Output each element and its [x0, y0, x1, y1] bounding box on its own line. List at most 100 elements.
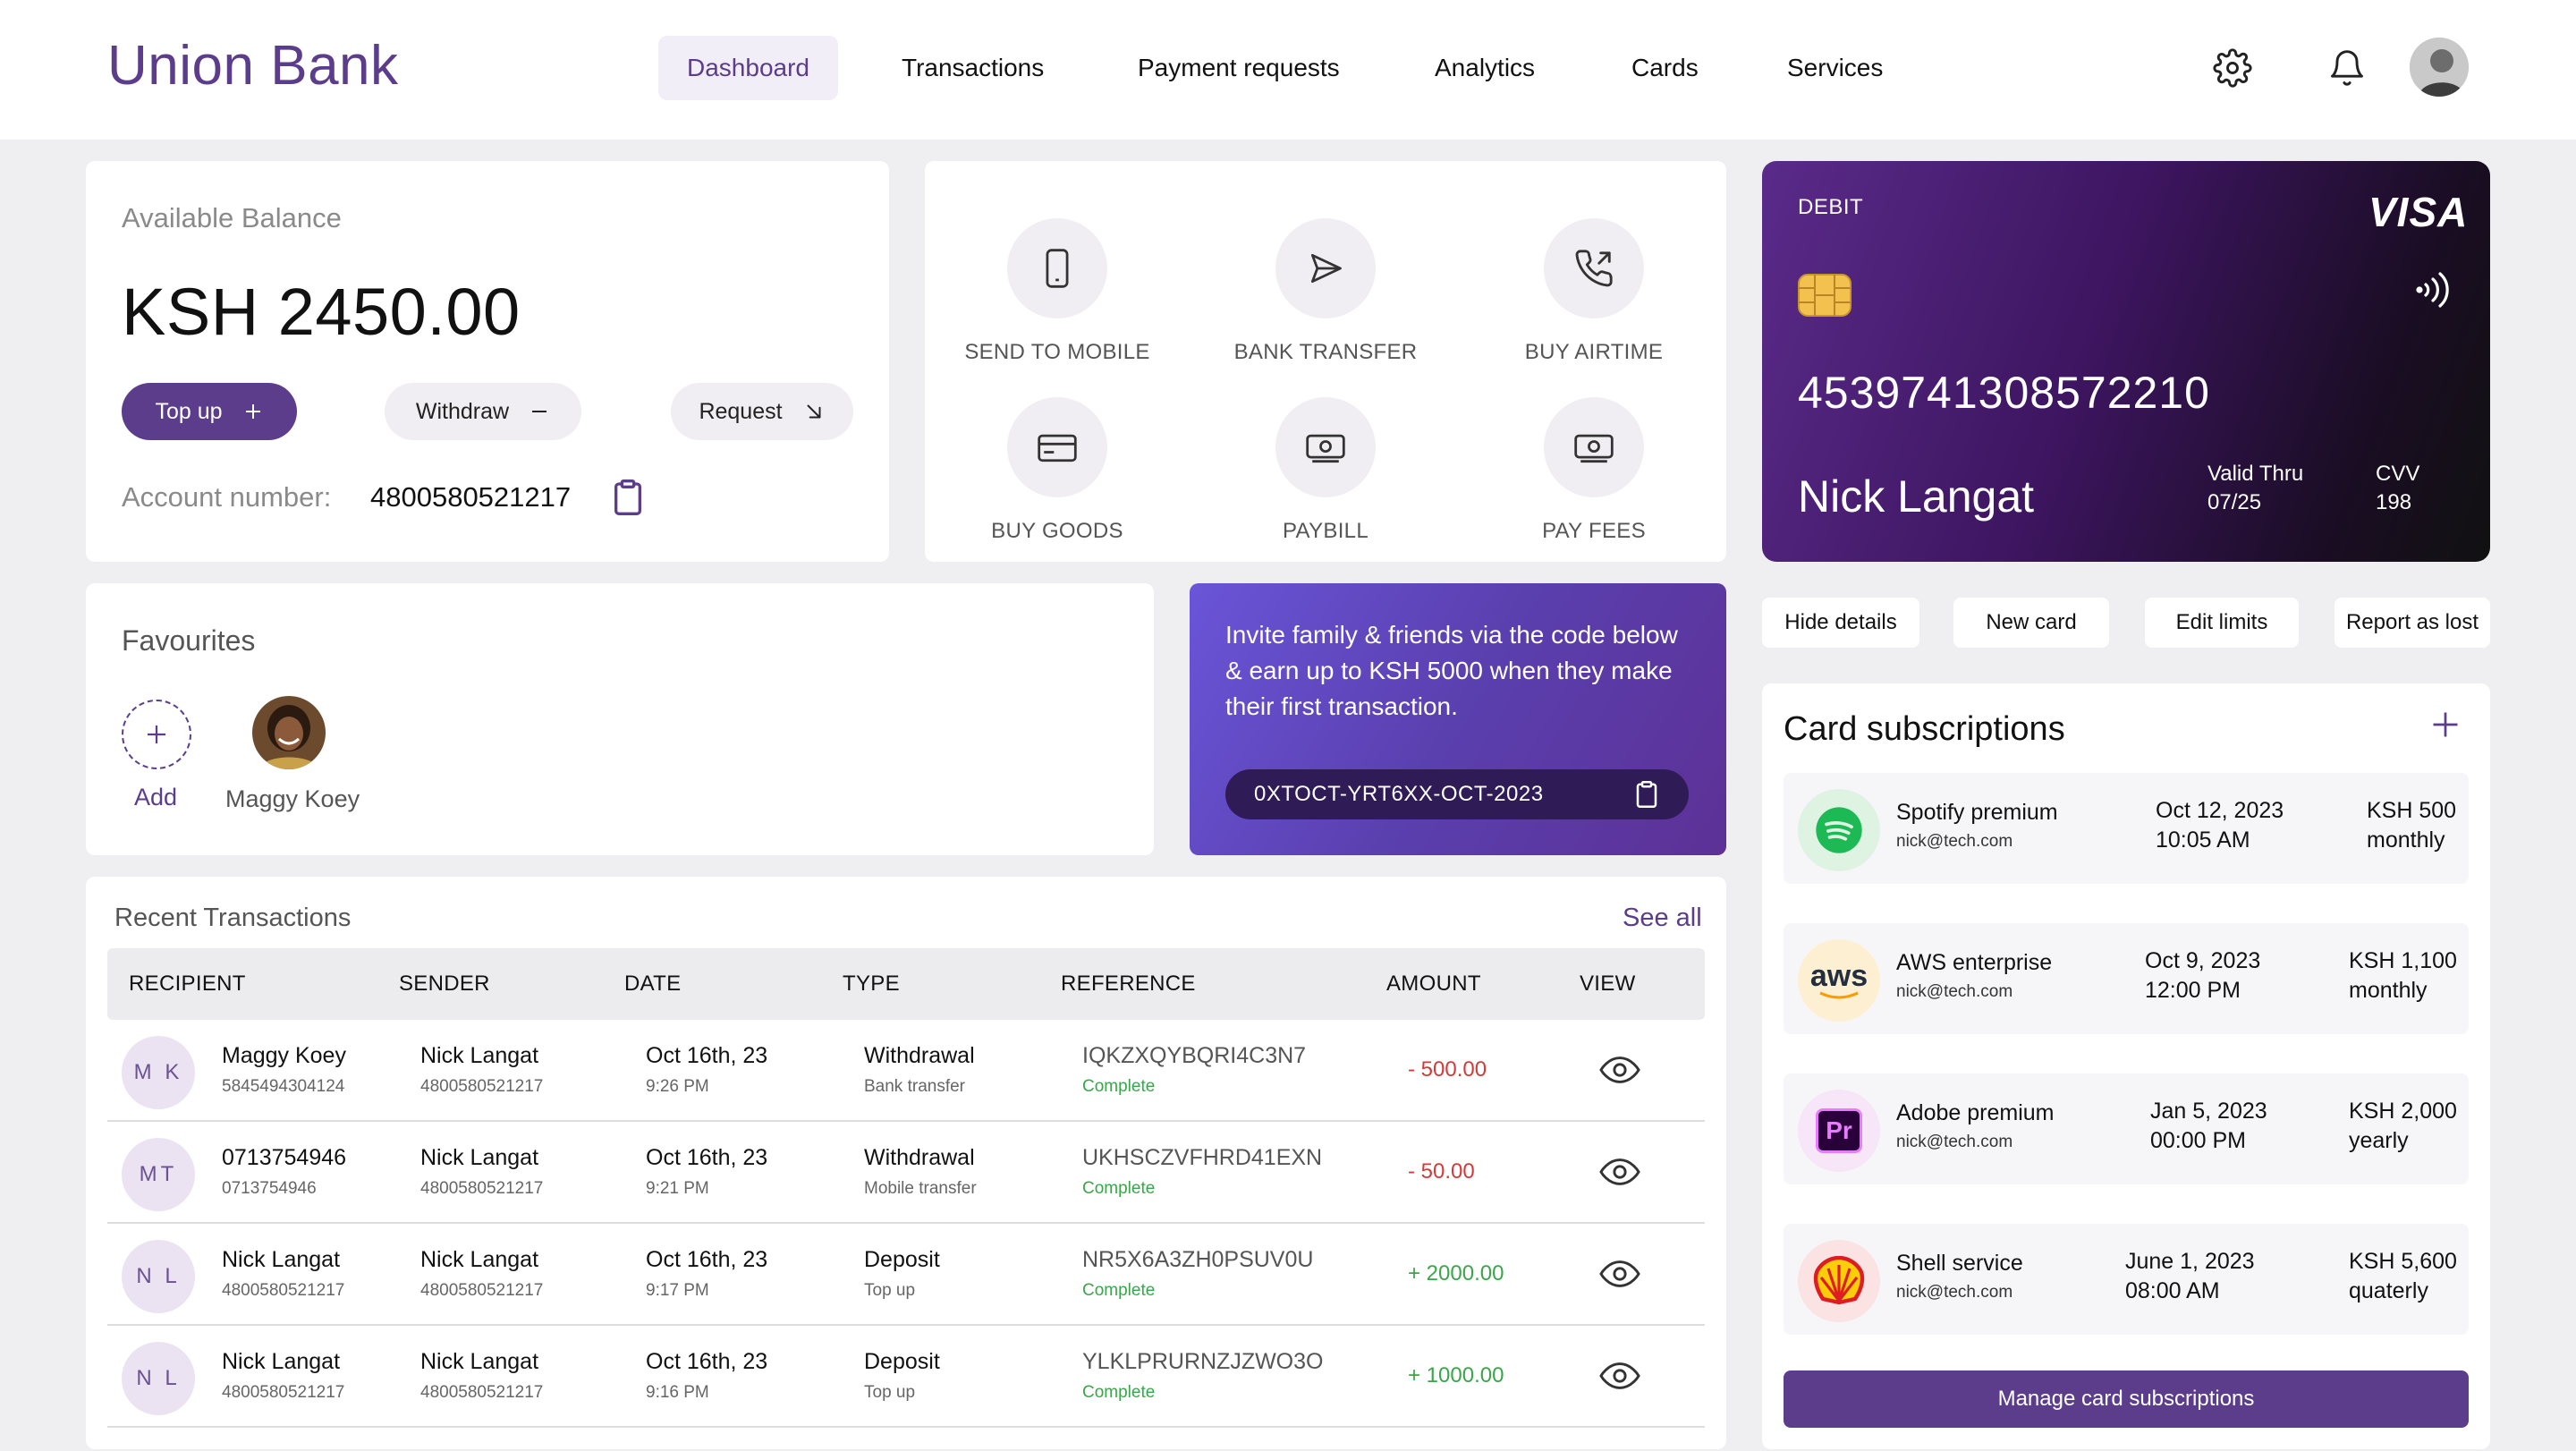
sender-name: Nick Langat: [420, 1349, 539, 1374]
transaction-type: Withdrawal: [864, 1043, 975, 1068]
sender-account: 4800580521217: [420, 1179, 544, 1198]
cvv-value: 198: [2376, 490, 2412, 514]
column-header[interactable]: SENDER: [399, 948, 490, 1020]
settings-button[interactable]: [2202, 38, 2263, 98]
card-holder-name: Nick Langat: [1798, 471, 2035, 522]
add-favourite-button[interactable]: [122, 700, 191, 769]
withdraw-button[interactable]: Withdraw: [385, 383, 581, 440]
send-to-mobile-action[interactable]: SEND TO MOBILE: [941, 218, 1174, 365]
card-type-label: DEBIT: [1798, 195, 1864, 219]
transaction-time: 9:26 PM: [646, 1077, 709, 1096]
column-header[interactable]: TYPE: [843, 948, 900, 1020]
recipient-account: 0713754946: [222, 1179, 317, 1198]
sender-name: Nick Langat: [420, 1145, 539, 1170]
eye-icon: [1599, 1362, 1640, 1389]
view-transaction-button[interactable]: [1599, 1360, 1640, 1392]
balance-card: Available Balance KSH 2450.00 Top up Wit…: [86, 161, 889, 562]
pay-fees-action[interactable]: PAY FEES: [1478, 397, 1710, 544]
table-row[interactable]: M K Maggy Koey 5845494304124 Nick Langat…: [107, 1020, 1705, 1122]
column-header[interactable]: REFERENCE: [1061, 948, 1196, 1020]
column-header[interactable]: DATE: [624, 948, 681, 1020]
view-transaction-button[interactable]: [1599, 1054, 1640, 1086]
transaction-reference: UKHSCZVFHRD41EXN: [1082, 1145, 1323, 1170]
balance-label: Available Balance: [122, 202, 342, 233]
recipient-account: 4800580521217: [222, 1383, 345, 1402]
column-header[interactable]: AMOUNT: [1386, 948, 1481, 1020]
recipient-avatar: N L: [122, 1240, 195, 1313]
invite-code-field[interactable]: 0XTOCT-YRT6XX-OCT-2023: [1225, 769, 1689, 819]
transaction-status: Complete: [1082, 1383, 1156, 1402]
bank-transfer-action[interactable]: BANK TRANSFER: [1209, 218, 1442, 365]
transaction-amount: + 1000.00: [1408, 1363, 1504, 1387]
copy-account-button[interactable]: [610, 478, 646, 517]
sender-account: 4800580521217: [420, 1281, 544, 1300]
subscription-name: AWS enterprise: [1896, 950, 2053, 975]
table-row[interactable]: N L Nick Langat 4800580521217 Nick Langa…: [107, 1224, 1705, 1326]
banknote-icon: [1306, 434, 1345, 463]
view-transaction-button[interactable]: [1599, 1258, 1640, 1290]
notifications-button[interactable]: [2317, 38, 2377, 98]
subscription-name: Adobe premium: [1896, 1100, 2055, 1125]
nav-dashboard[interactable]: Dashboard: [658, 36, 838, 100]
invite-banner: Invite family & friends via the code bel…: [1190, 583, 1726, 855]
subscription-item[interactable]: Spotify premium nick@tech.com Oct 12, 20…: [1784, 773, 2469, 884]
subscription-date: Oct 12, 2023 10:05 AM: [2156, 798, 2284, 853]
nav-transactions[interactable]: Transactions: [873, 36, 1072, 100]
valid-thru-label: Valid Thru: [2207, 462, 2304, 486]
buy-goods-action[interactable]: BUY GOODS: [941, 397, 1174, 544]
report-lost-button[interactable]: Report as lost: [2334, 598, 2490, 648]
arrow-down-right-icon: [807, 404, 821, 419]
request-label: Request: [699, 398, 783, 424]
subscription-item[interactable]: Shell service nick@tech.com June 1, 2023…: [1784, 1224, 2469, 1335]
favourite-avatar[interactable]: [252, 696, 326, 769]
top-up-label: Top up: [155, 398, 223, 424]
user-avatar[interactable]: [2410, 38, 2469, 97]
clipboard-icon[interactable]: [1633, 779, 1660, 810]
contactless-icon: [2415, 268, 2451, 311]
transaction-subtype: Mobile transfer: [864, 1179, 977, 1198]
hide-details-button[interactable]: Hide details: [1762, 598, 1919, 648]
paybill-action[interactable]: PAYBILL: [1209, 397, 1442, 544]
subscription-item[interactable]: Pr Adobe premium nick@tech.com Jan 5, 20…: [1784, 1073, 2469, 1184]
visa-logo: VISA: [2368, 189, 2469, 235]
recipient-name: Nick Langat: [222, 1349, 341, 1374]
recent-transactions-card: Recent Transactions See all RECIPIENT SE…: [86, 877, 1726, 1449]
nav-services[interactable]: Services: [1758, 36, 1911, 100]
recipient-account: 5845494304124: [222, 1077, 345, 1096]
transaction-type: Deposit: [864, 1349, 940, 1374]
top-up-button[interactable]: Top up: [122, 383, 297, 440]
transaction-date: Oct 16th, 23: [646, 1349, 768, 1374]
transaction-reference: IQKZXQYBQRI4C3N7: [1082, 1043, 1307, 1068]
subscription-email: nick@tech.com: [1896, 982, 2013, 1001]
column-header[interactable]: VIEW: [1580, 948, 1636, 1020]
column-header[interactable]: RECIPIENT: [129, 948, 246, 1020]
nav-analytics[interactable]: Analytics: [1406, 36, 1563, 100]
favourites-title: Favourites: [122, 624, 256, 657]
see-all-link[interactable]: See all: [1623, 904, 1702, 933]
add-favourite-label[interactable]: Add: [134, 784, 177, 811]
brand-logo[interactable]: Union Bank: [107, 34, 399, 98]
phone-call-icon: [1575, 250, 1613, 287]
debit-card[interactable]: DEBIT VISA 4539741308572210 Nick Langat …: [1762, 161, 2490, 562]
transaction-type: Withdrawal: [864, 1145, 975, 1170]
subscription-date: Oct 9, 2023 12:00 PM: [2145, 948, 2261, 1003]
table-row[interactable]: MT 0713754946 0713754946 Nick Langat 480…: [107, 1122, 1705, 1224]
subscription-price: KSH 5,600 quaterly: [2349, 1249, 2457, 1303]
new-card-button[interactable]: New card: [1953, 598, 2109, 648]
table-row[interactable]: N L Nick Langat 4800580521217 Nick Langa…: [107, 1326, 1705, 1428]
nav-payment-requests[interactable]: Payment requests: [1109, 36, 1368, 100]
buy-airtime-action[interactable]: BUY AIRTIME: [1478, 218, 1710, 365]
edit-limits-button[interactable]: Edit limits: [2145, 598, 2299, 648]
request-button[interactable]: Request: [671, 383, 853, 440]
view-transaction-button[interactable]: [1599, 1156, 1640, 1188]
sender-account: 4800580521217: [420, 1077, 544, 1096]
nav-cards[interactable]: Cards: [1603, 36, 1727, 100]
manage-subscriptions-button[interactable]: Manage card subscriptions: [1784, 1370, 2469, 1428]
valid-thru-value: 07/25: [2207, 490, 2262, 514]
cvv-label: CVV: [2376, 462, 2420, 486]
subscription-price: KSH 2,000 yearly: [2349, 1099, 2457, 1153]
subscriptions-title: Card subscriptions: [1784, 710, 2065, 748]
favourite-name[interactable]: Maggy Koey: [225, 785, 360, 813]
subscription-item[interactable]: aws AWS enterprise nick@tech.com Oct 9, …: [1784, 923, 2469, 1034]
add-subscription-button[interactable]: [2429, 709, 2462, 741]
